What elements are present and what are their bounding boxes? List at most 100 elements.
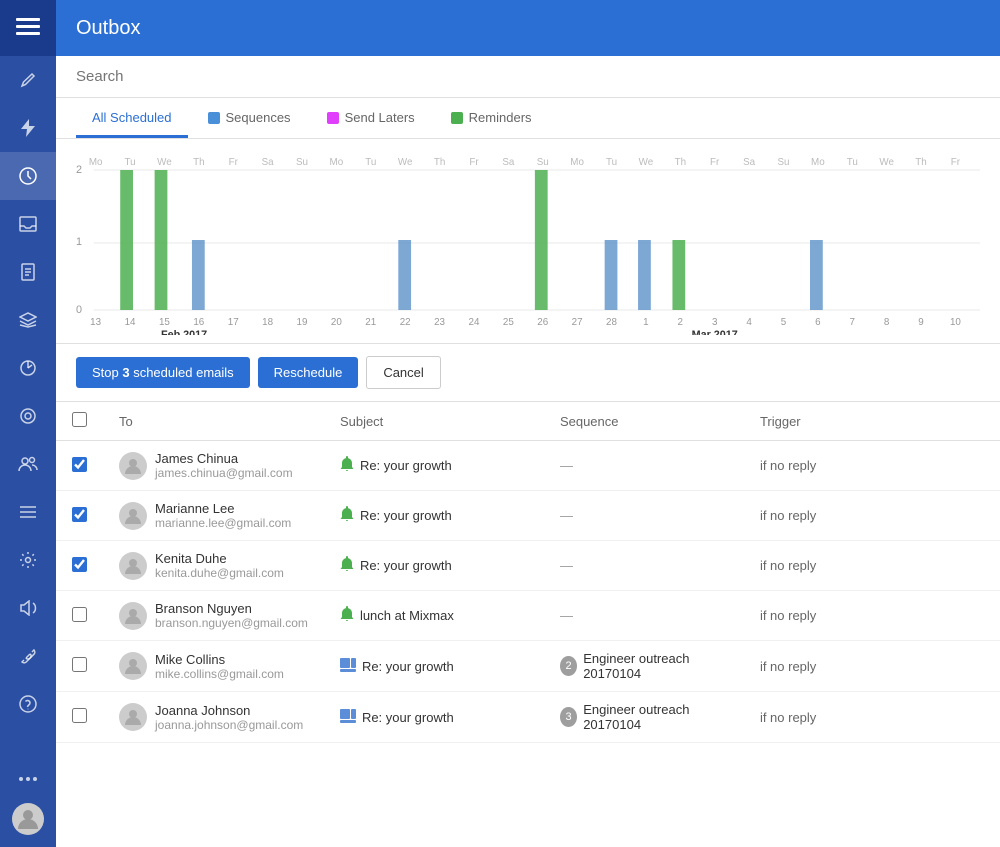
table-row: Branson Nguyen branson.nguyen@gmail.com … — [56, 591, 1000, 641]
sequence-badge: 3 — [560, 707, 577, 727]
link-icon[interactable] — [0, 632, 56, 680]
subject-text: lunch at Mixmax — [360, 608, 454, 623]
document-icon[interactable] — [0, 248, 56, 296]
sequence-dash: — — [560, 508, 573, 523]
tab-reminders[interactable]: Reminders — [435, 98, 548, 138]
compose-icon[interactable] — [0, 56, 56, 104]
tab-send-laters-label: Send Laters — [345, 110, 415, 125]
help-icon[interactable] — [0, 680, 56, 728]
trigger-text: if no reply — [760, 458, 816, 473]
svg-text:Th: Th — [915, 157, 926, 168]
svg-text:Mo: Mo — [570, 157, 584, 168]
contact-cell: Mike Collins mike.collins@gmail.com — [119, 652, 308, 681]
contact-email: james.chinua@gmail.com — [155, 466, 293, 480]
reminder-icon — [340, 606, 354, 625]
svg-text:7: 7 — [850, 317, 856, 328]
svg-text:15: 15 — [159, 317, 170, 328]
header-trigger: Trigger — [744, 402, 1000, 441]
svg-text:We: We — [398, 157, 413, 168]
user-avatar[interactable] — [12, 803, 44, 835]
svg-text:6: 6 — [815, 317, 821, 328]
svg-text:Mo: Mo — [89, 157, 103, 168]
svg-text:Mo: Mo — [330, 157, 344, 168]
svg-text:Tu: Tu — [365, 157, 376, 168]
sequence-cell: 3Engineer outreach 20170104 — [560, 702, 728, 732]
email-table-wrapper: To Subject Sequence Trigger — [56, 402, 1000, 847]
svg-text:Fr: Fr — [229, 157, 239, 168]
row-checkbox[interactable] — [72, 557, 87, 572]
reschedule-button[interactable]: Reschedule — [258, 357, 359, 388]
people-icon[interactable] — [0, 440, 56, 488]
svg-text:17: 17 — [228, 317, 239, 328]
contact-name: James Chinua — [155, 451, 293, 466]
row-checkbox[interactable] — [72, 657, 87, 672]
svg-text:2: 2 — [76, 164, 82, 176]
header: Outbox — [56, 0, 1000, 56]
contact-email: marianne.lee@gmail.com — [155, 516, 291, 530]
table-row: Marianne Lee marianne.lee@gmail.com Re: … — [56, 491, 1000, 541]
tab-sequences[interactable]: Sequences — [192, 98, 307, 138]
subject-text: Re: your growth — [360, 558, 452, 573]
more-icon[interactable] — [0, 755, 56, 803]
page-title: Outbox — [76, 17, 140, 40]
contact-cell: Kenita Duhe kenita.duhe@gmail.com — [119, 551, 308, 580]
row-checkbox[interactable] — [72, 607, 87, 622]
megaphone-icon[interactable] — [0, 584, 56, 632]
trigger-text: if no reply — [760, 710, 816, 725]
chart-icon[interactable] — [0, 344, 56, 392]
sequences-dot — [208, 112, 220, 124]
subject-text: Re: your growth — [360, 508, 452, 523]
reminder-icon — [340, 456, 354, 475]
chart-area: 2 1 0 13 14 15 16 17 18 19 20 21 22 — [56, 139, 1000, 344]
sequence-cell: — — [560, 558, 728, 573]
row-checkbox[interactable] — [72, 507, 87, 522]
circle-icon[interactable] — [0, 392, 56, 440]
inbox-icon[interactable] — [0, 200, 56, 248]
svg-text:14: 14 — [125, 317, 136, 328]
app-logo[interactable] — [0, 0, 56, 56]
avatar — [119, 602, 147, 630]
subject-text: Re: your growth — [362, 659, 454, 674]
action-bar: Stop 3 scheduled emails Reschedule Cance… — [56, 344, 1000, 402]
sequence-name: Engineer outreach 20170104 — [583, 651, 728, 681]
svg-text:9: 9 — [918, 317, 924, 328]
contact-name: Joanna Johnson — [155, 703, 303, 718]
sequence-dash: — — [560, 458, 573, 473]
table-row: Mike Collins mike.collins@gmail.com Re: … — [56, 641, 1000, 692]
header-sequence: Sequence — [544, 402, 744, 441]
sequence-cell: 2Engineer outreach 20170104 — [560, 651, 728, 681]
avatar — [119, 552, 147, 580]
subject-cell: Re: your growth — [340, 658, 528, 675]
cancel-button[interactable]: Cancel — [366, 356, 440, 389]
lightning-icon[interactable] — [0, 104, 56, 152]
svg-text:18: 18 — [262, 317, 273, 328]
sequence-cell: — — [560, 458, 728, 473]
contact-email: kenita.duhe@gmail.com — [155, 566, 284, 580]
svg-text:19: 19 — [297, 317, 308, 328]
row-checkbox[interactable] — [72, 708, 87, 723]
tab-sequences-label: Sequences — [226, 110, 291, 125]
sequence-icon — [340, 658, 356, 675]
row-checkbox[interactable] — [72, 457, 87, 472]
contact-name: Marianne Lee — [155, 501, 291, 516]
stop-button[interactable]: Stop 3 scheduled emails — [76, 357, 250, 388]
settings-icon[interactable] — [0, 536, 56, 584]
layers-icon[interactable] — [0, 296, 56, 344]
tab-send-laters[interactable]: Send Laters — [311, 98, 431, 138]
svg-text:Tu: Tu — [124, 157, 135, 168]
svg-text:Th: Th — [675, 157, 686, 168]
svg-text:1: 1 — [643, 317, 649, 328]
clock-icon[interactable] — [0, 152, 56, 200]
svg-text:Fr: Fr — [469, 157, 479, 168]
contact-email: joanna.johnson@gmail.com — [155, 718, 303, 732]
svg-text:Tu: Tu — [847, 157, 858, 168]
list-icon[interactable] — [0, 488, 56, 536]
sequence-icon — [340, 709, 356, 726]
sequence-dash: — — [560, 608, 573, 623]
svg-text:We: We — [879, 157, 894, 168]
search-bar — [56, 56, 1000, 98]
tab-all-scheduled[interactable]: All Scheduled — [76, 98, 188, 138]
select-all-checkbox[interactable] — [72, 412, 87, 427]
search-input[interactable] — [76, 68, 980, 85]
tabs-bar: All Scheduled Sequences Send Laters Remi… — [56, 98, 1000, 139]
